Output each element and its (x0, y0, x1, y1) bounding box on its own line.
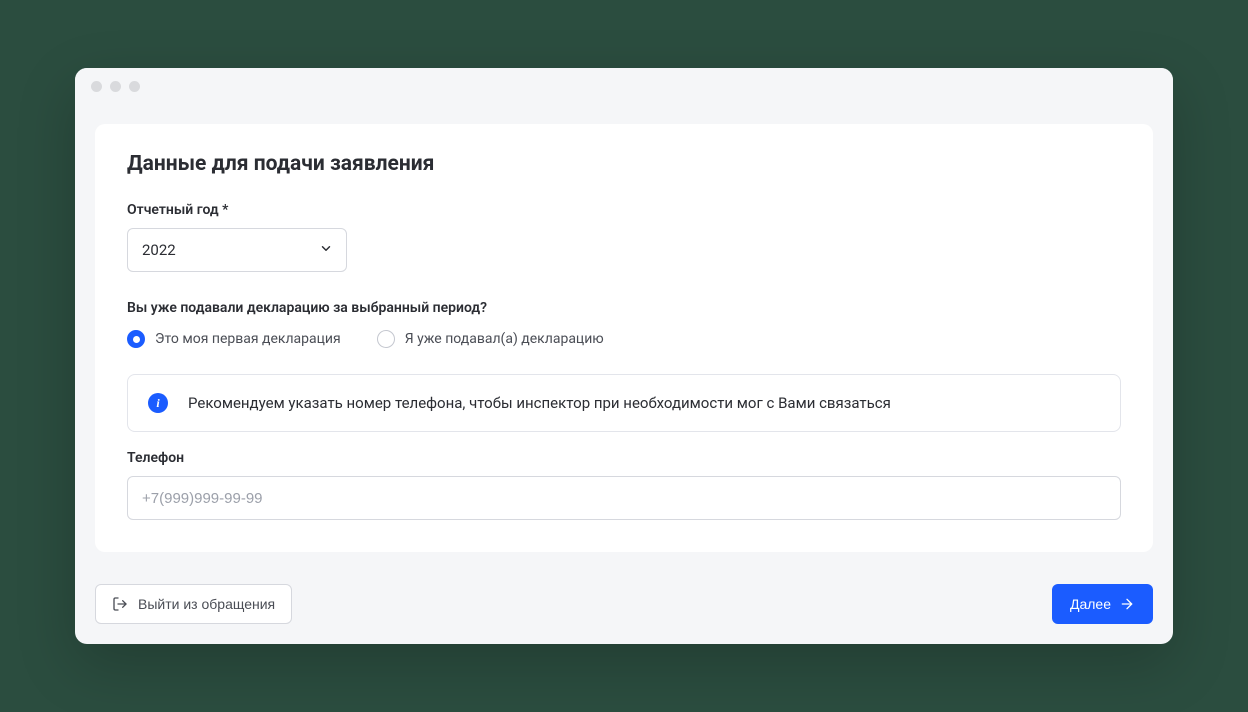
arrow-right-icon (1119, 596, 1135, 612)
year-select[interactable]: 2022 (127, 228, 347, 272)
info-icon: i (148, 393, 168, 413)
footer-actions: Выйти из обращения Далее (75, 572, 1173, 644)
form-card: Данные для подачи заявления Отчетный год… (95, 124, 1153, 552)
phone-label: Телефон (127, 450, 1121, 466)
phone-input[interactable] (127, 476, 1121, 520)
declaration-question-label: Вы уже подавали декларацию за выбранный … (127, 300, 1121, 316)
radio-option-already-submitted[interactable]: Я уже подавал(а) декларацию (377, 330, 604, 348)
year-select-wrapper: 2022 (127, 228, 347, 272)
content-area: Данные для подачи заявления Отчетный год… (75, 104, 1173, 572)
radio-option-first-declaration[interactable]: Это моя первая декларация (127, 330, 341, 348)
year-label: Отчетный год * (127, 202, 1121, 218)
info-text: Рекомендуем указать номер телефона, чтоб… (188, 394, 891, 412)
next-button[interactable]: Далее (1052, 584, 1153, 624)
exit-button[interactable]: Выйти из обращения (95, 584, 292, 624)
radio-label-already: Я уже подавал(а) декларацию (405, 331, 604, 347)
window-control-close[interactable] (91, 81, 102, 92)
declaration-radio-group: Это моя первая декларация Я уже подавал(… (127, 330, 1121, 348)
exit-button-label: Выйти из обращения (138, 596, 275, 612)
page-title: Данные для подачи заявления (127, 152, 1121, 176)
window-control-minimize[interactable] (110, 81, 121, 92)
next-button-label: Далее (1070, 596, 1111, 612)
window-control-maximize[interactable] (129, 81, 140, 92)
info-box: i Рекомендуем указать номер телефона, чт… (127, 374, 1121, 432)
window-titlebar (75, 68, 1173, 104)
radio-indicator-selected (127, 330, 145, 348)
exit-icon (112, 596, 128, 612)
radio-label-first: Это моя первая декларация (155, 331, 341, 347)
radio-indicator-unselected (377, 330, 395, 348)
app-window: Данные для подачи заявления Отчетный год… (75, 68, 1173, 644)
